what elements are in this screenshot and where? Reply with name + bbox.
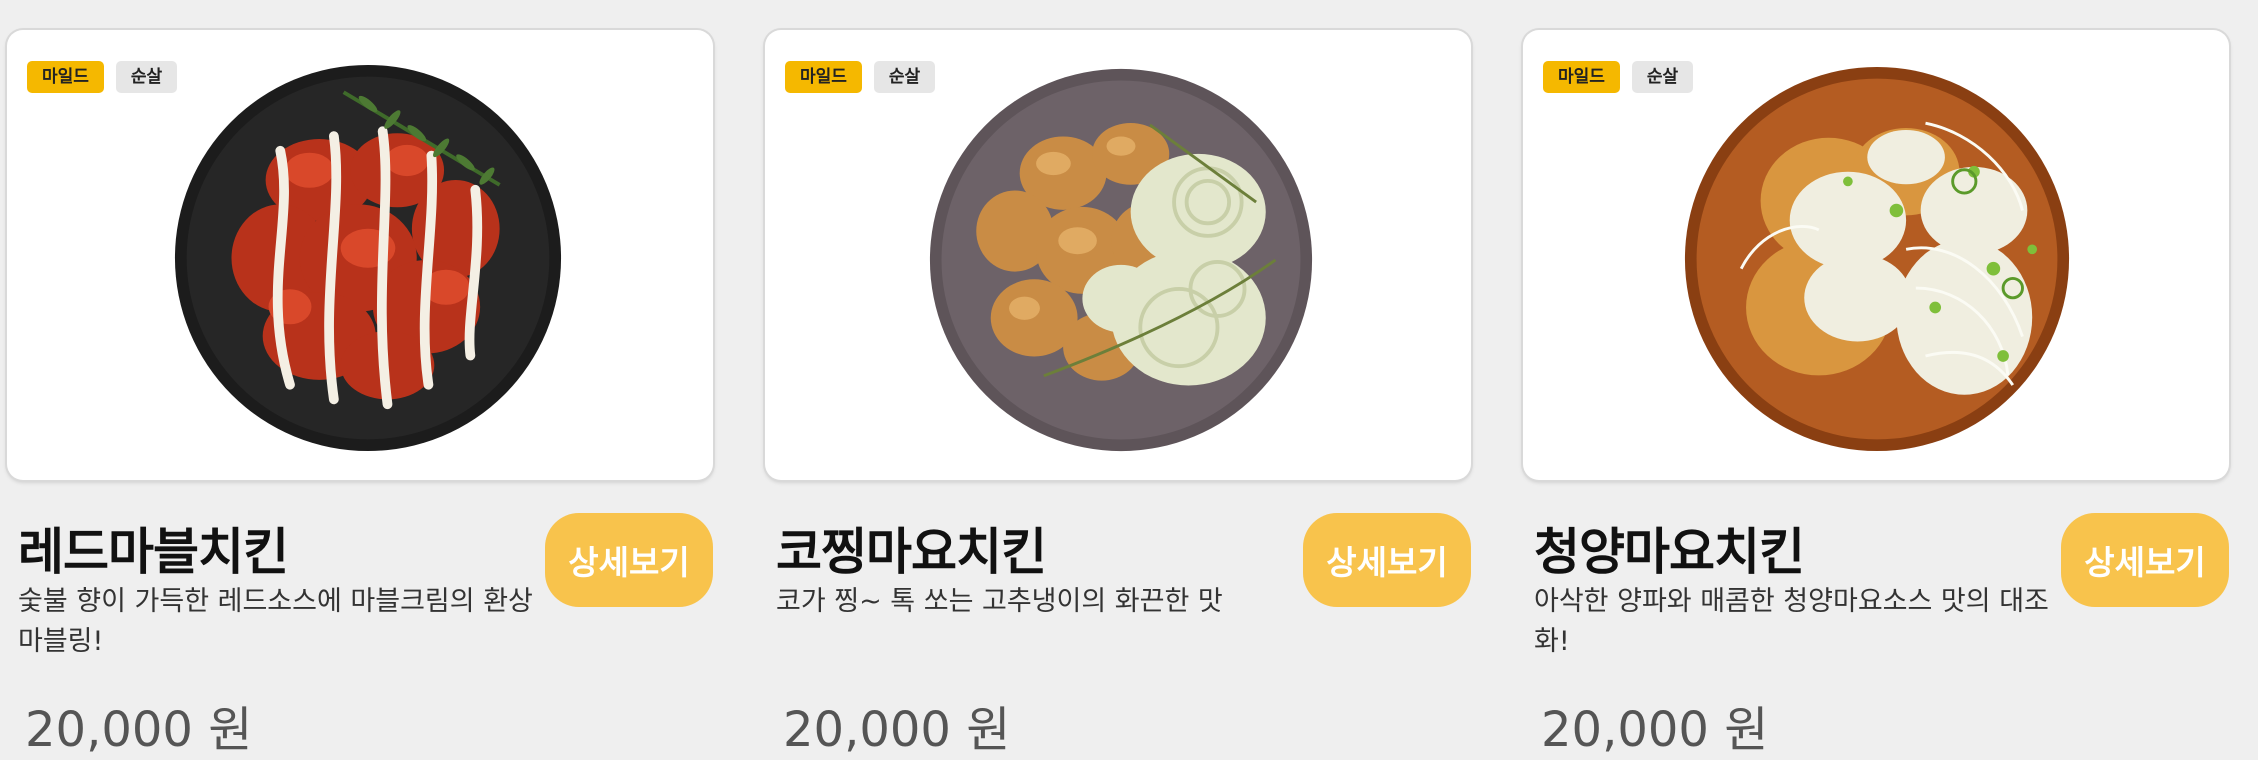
menu-image-box[interactable]: 마일드 순살 xyxy=(765,30,1471,480)
menu-food-image xyxy=(174,64,562,452)
menu-name: 코찡마요치킨 xyxy=(776,523,1047,581)
menu-tags: 마일드 순살 xyxy=(27,61,178,93)
menu-card-list: 마일드 순살 레드마블치킨 숯불 향이 가득한 레드소스에 마블크림의 환상 마… xyxy=(0,0,2258,758)
tag-boneless: 순살 xyxy=(115,61,178,93)
menu-name: 청양마요치킨 xyxy=(1534,523,1805,581)
menu-card: 마일드 순살 청양마요치킨 아삭한 양파와 매콤한 청양마요소스 맛의 대조화!… xyxy=(1523,30,2233,758)
menu-image-box[interactable]: 마일드 순살 xyxy=(7,30,713,480)
menu-price: 20,000 원 xyxy=(783,702,1011,758)
menu-name: 레드마블치킨 xyxy=(18,523,289,581)
menu-description: 아삭한 양파와 매콤한 청양마요소스 맛의 대조화! xyxy=(1534,586,2049,657)
tag-boneless: 순살 xyxy=(1631,61,1694,93)
tag-mild: 마일드 xyxy=(1543,61,1620,93)
menu-description: 숯불 향이 가득한 레드소스에 마블크림의 환상 마블링! xyxy=(18,586,533,657)
tag-boneless: 순살 xyxy=(873,61,936,93)
menu-food-image xyxy=(1684,66,2070,452)
menu-card: 마일드 순살 코찡마요치킨 코가 찡~ 톡 쏘는 고추냉이의 화끈한 맛 20,… xyxy=(765,30,1475,758)
menu-price: 20,000 원 xyxy=(1541,702,1769,758)
menu-image-box[interactable]: 마일드 순살 xyxy=(1523,30,2229,480)
menu-tags: 마일드 순살 xyxy=(785,61,936,93)
detail-button[interactable]: 상세보기 xyxy=(545,513,713,607)
menu-price: 20,000 원 xyxy=(25,702,253,758)
menu-food-image xyxy=(929,68,1313,452)
menu-card: 마일드 순살 레드마블치킨 숯불 향이 가득한 레드소스에 마블크림의 환상 마… xyxy=(7,30,717,758)
tag-mild: 마일드 xyxy=(27,61,104,93)
detail-button[interactable]: 상세보기 xyxy=(2061,513,2229,607)
tag-mild: 마일드 xyxy=(785,61,862,93)
menu-tags: 마일드 순살 xyxy=(1543,61,1694,93)
detail-button[interactable]: 상세보기 xyxy=(1303,513,1471,607)
menu-description: 코가 찡~ 톡 쏘는 고추냉이의 화끈한 맛 xyxy=(776,586,1223,617)
